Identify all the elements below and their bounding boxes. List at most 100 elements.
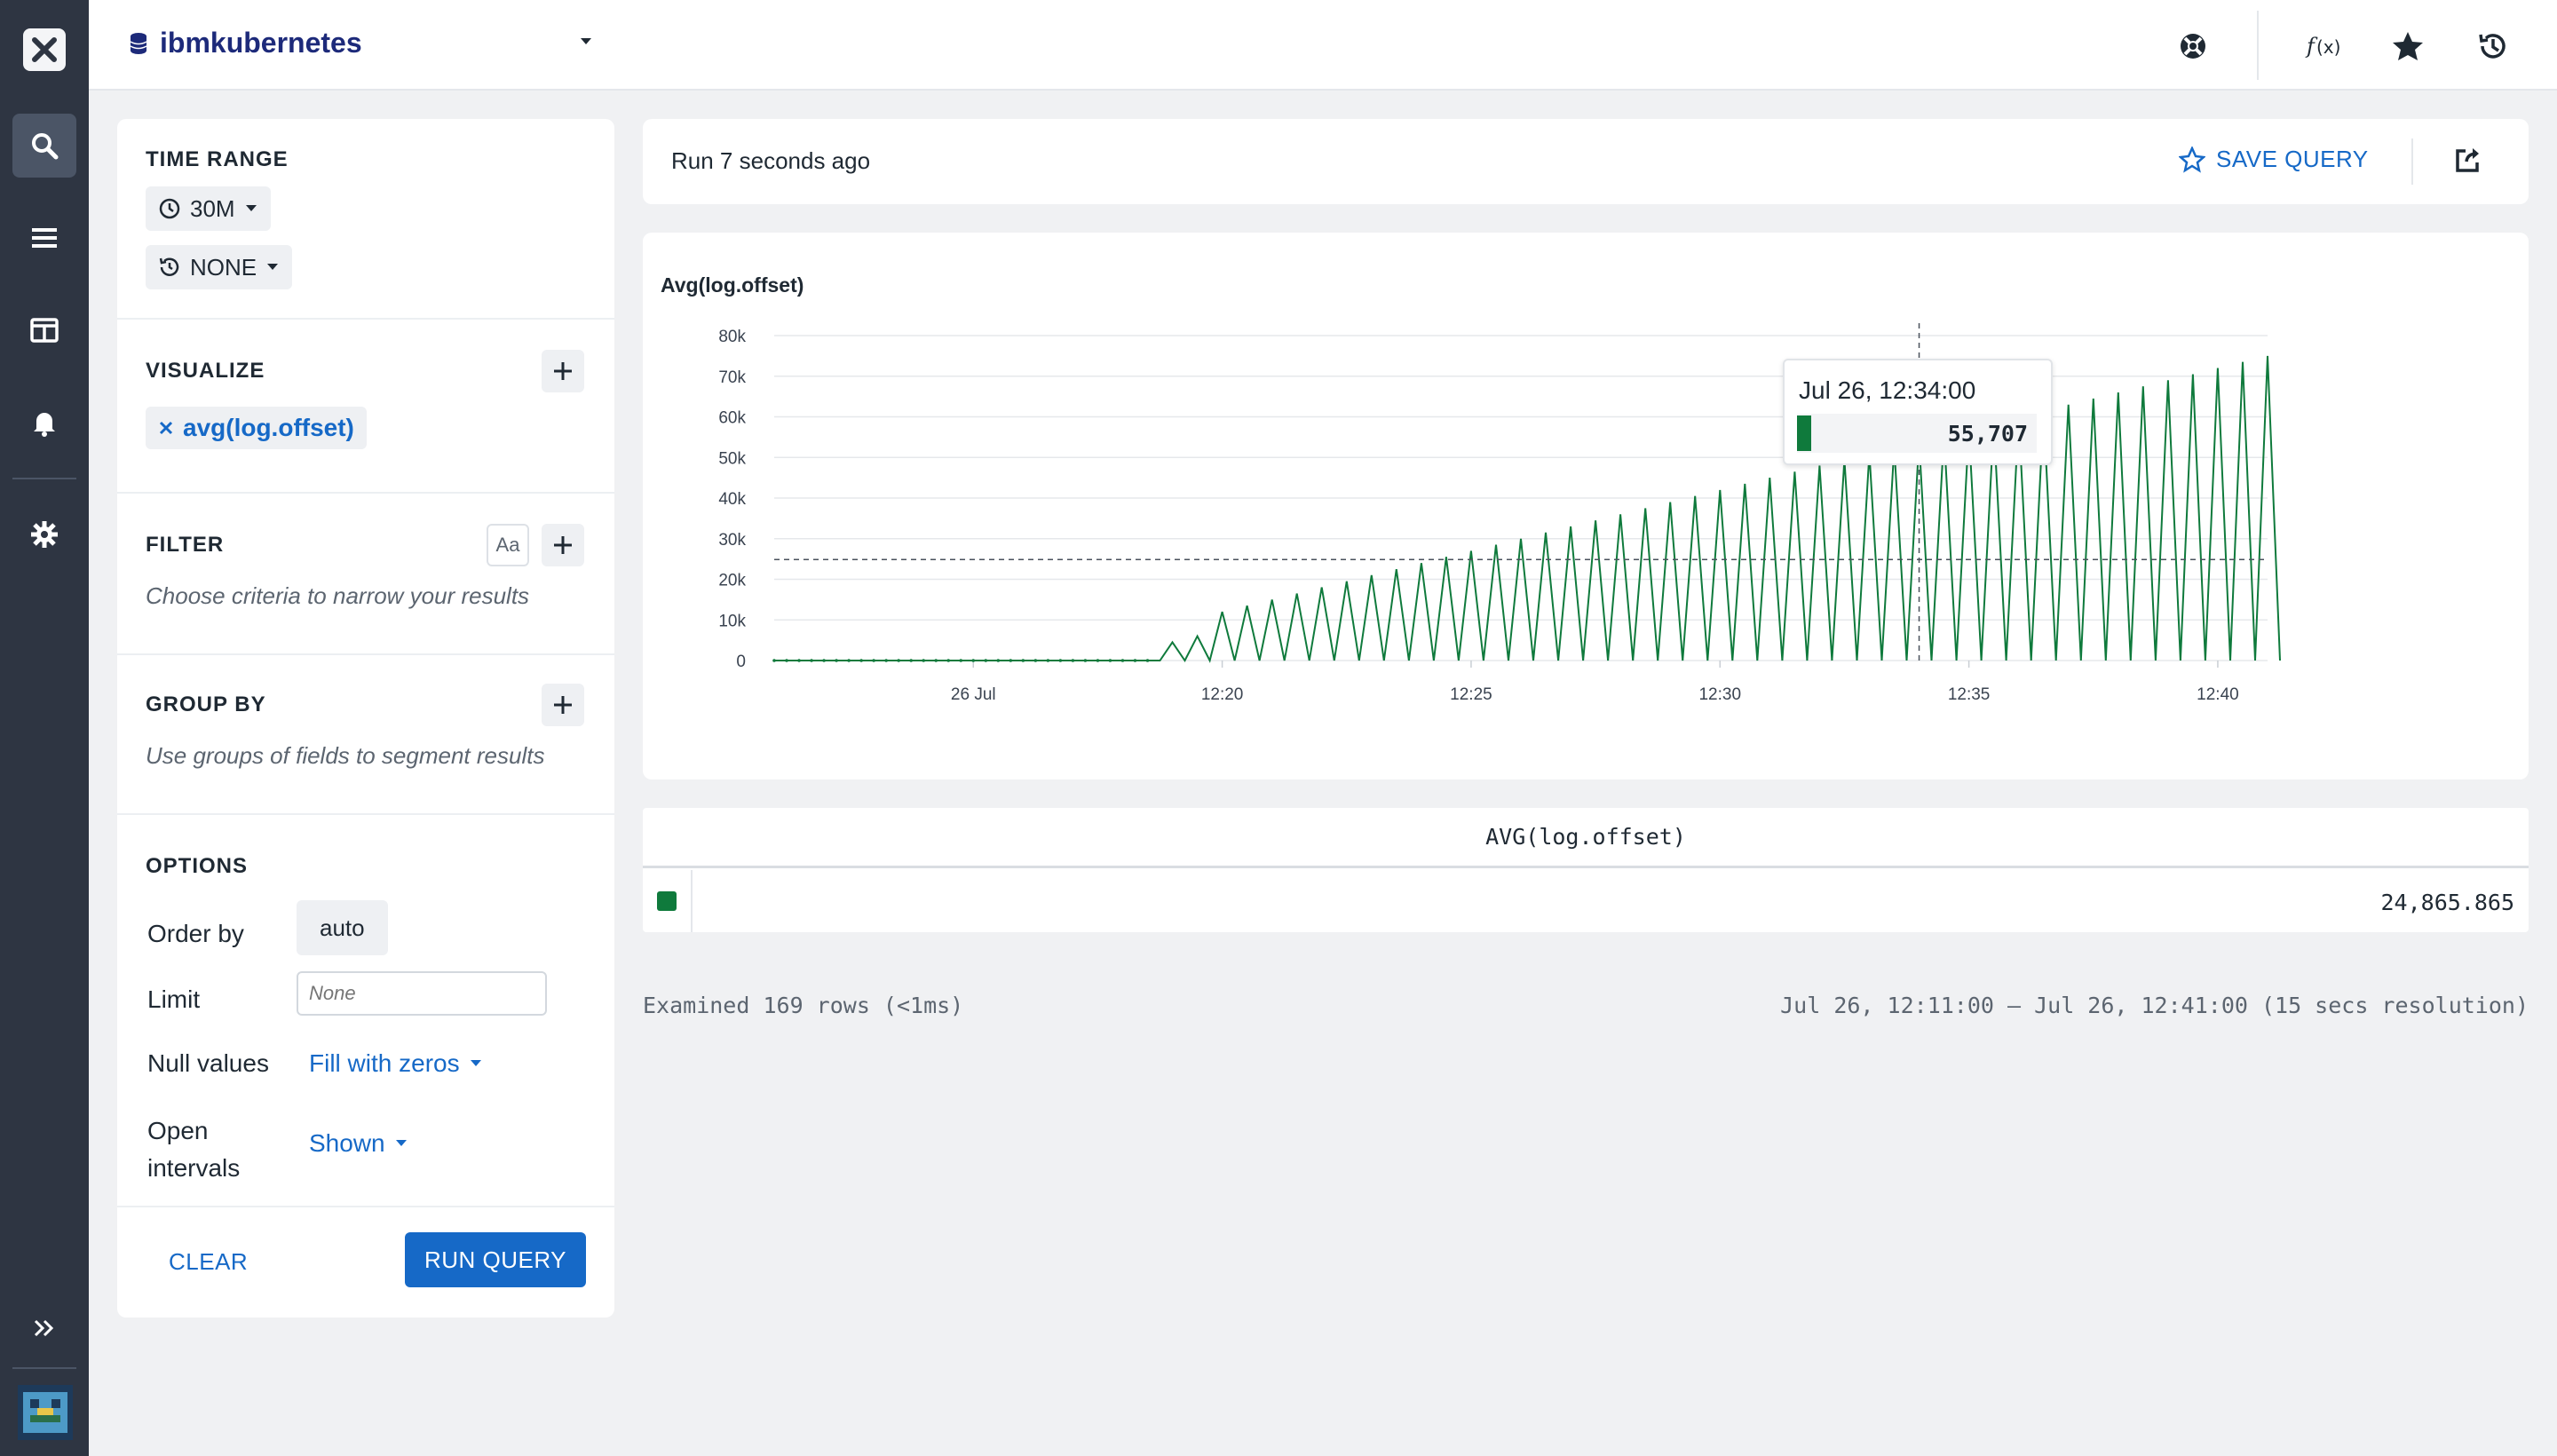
share-export-icon[interactable]	[2454, 146, 2482, 178]
dataset-dropdown-caret-icon[interactable]	[579, 36, 593, 51]
series-line	[774, 355, 2281, 663]
topbar-divider	[2257, 11, 2259, 80]
chevron-down-icon	[245, 205, 257, 211]
line-chart[interactable]: 0 10k 20k 30k 40k 50k 60k 70k 80k 26 Jul 12:20 12:2…	[643, 233, 2529, 779]
plus-icon	[554, 536, 572, 554]
dataset-selector[interactable]: ibmkubernetes	[130, 27, 362, 59]
add-filter-button[interactable]	[542, 524, 584, 566]
series-point	[1009, 659, 1013, 662]
help-lifebuoy-icon[interactable]	[2172, 25, 2214, 67]
order-by-label: Order by	[147, 920, 244, 947]
alerts-bell-icon[interactable]	[12, 391, 76, 455]
filter-title: FILTER	[146, 533, 225, 557]
x-tick-label: 12:30	[1698, 685, 1741, 704]
table-swatch-cell	[643, 870, 693, 932]
table-header-cell[interactable]: AVG(log.offset)	[643, 808, 2529, 868]
settings-gear-icon[interactable]	[12, 502, 76, 566]
y-tick-label: 70k	[718, 368, 746, 387]
y-tick-label: 60k	[718, 409, 746, 428]
time-range-title: TIME RANGE	[146, 147, 289, 171]
save-query-button[interactable]: SAVE QUERY	[2179, 146, 2369, 173]
x-tick-label: 12:25	[1450, 685, 1492, 704]
null-values-value: Fill with zeros	[309, 1049, 460, 1077]
tooltip-value: 55,707	[1947, 421, 2028, 447]
series-point	[1133, 659, 1137, 662]
remove-x-icon[interactable]	[158, 420, 174, 436]
series-point	[847, 659, 851, 662]
null-values-label: Null values	[147, 1049, 269, 1077]
filter-section: FILTER Aa Choose criteria to narrow your…	[117, 494, 614, 655]
series-point	[835, 659, 838, 662]
case-sensitive-toggle[interactable]: Aa	[487, 524, 529, 566]
top-bar: ibmkubernetes f (x)	[89, 0, 2557, 91]
series-point	[884, 659, 888, 662]
open-intervals-dropdown[interactable]: Shown	[309, 1129, 408, 1158]
results-list-icon[interactable]	[12, 206, 76, 270]
series-point	[971, 659, 976, 662]
y-tick-label: 10k	[718, 612, 746, 630]
series-point	[909, 659, 913, 662]
series-point	[897, 659, 900, 662]
limit-input[interactable]	[297, 971, 547, 1016]
add-visualize-button[interactable]	[542, 350, 584, 392]
tooltip-time: Jul 26, 12:34:00	[1799, 376, 1976, 404]
query-search-icon[interactable]	[12, 114, 76, 178]
order-by-dropdown[interactable]: auto	[297, 900, 388, 955]
run-query-button[interactable]: RUN QUERY	[405, 1232, 586, 1287]
y-tick-label: 80k	[718, 328, 746, 346]
query-history-icon[interactable]	[2472, 25, 2514, 67]
rail-divider-bottom	[12, 1367, 76, 1369]
series-point	[984, 659, 988, 662]
open-intervals-label-line1: Open	[147, 1117, 209, 1144]
x-tick-label: 12:20	[1201, 685, 1244, 704]
table-value-cell: 24,865.865	[2380, 890, 2514, 915]
clock-icon	[159, 198, 180, 219]
run-bar-divider	[2411, 138, 2413, 185]
time-range-value: 30M	[190, 194, 235, 222]
plus-icon	[554, 362, 572, 380]
tooltip-series-swatch	[1797, 415, 1811, 451]
clear-button[interactable]: CLEAR	[169, 1248, 248, 1276]
series-point	[1021, 659, 1025, 662]
series-point	[1071, 659, 1075, 662]
y-tick-label: 50k	[718, 449, 746, 468]
database-icon	[130, 32, 147, 54]
series-point	[822, 659, 826, 662]
compare-dropdown[interactable]: NONE	[146, 245, 293, 289]
expand-chevrons-icon[interactable]	[12, 1296, 76, 1360]
series-point	[1096, 659, 1100, 662]
series-point	[1046, 659, 1050, 662]
chevron-down-icon	[470, 1060, 481, 1066]
group-by-section: GROUP BY Use groups of fields to segment…	[117, 655, 614, 815]
query-builder-panel: TIME RANGE 30M NONE VISUALIZE avg(log.of…	[117, 119, 614, 1318]
user-avatar[interactable]	[18, 1385, 73, 1440]
run-status-text: Run 7 seconds ago	[671, 147, 871, 174]
series-point	[1120, 659, 1125, 662]
history-icon	[159, 257, 179, 276]
saved-queries-star-icon[interactable]	[2387, 25, 2429, 67]
time-range-section: TIME RANGE 30M NONE	[117, 119, 614, 320]
null-values-dropdown[interactable]: Fill with zeros	[309, 1049, 483, 1078]
visualize-chip[interactable]: avg(log.offset)	[146, 407, 367, 449]
x-tick-label: 12:35	[1948, 685, 1991, 704]
time-range-dropdown[interactable]: 30M	[146, 186, 271, 231]
series-point	[1058, 659, 1063, 662]
derived-function-icon[interactable]: f (x)	[2300, 25, 2353, 67]
series-point	[922, 659, 925, 662]
dataset-name: ibmkubernetes	[160, 27, 362, 59]
run-status-bar: Run 7 seconds ago SAVE QUERY	[643, 119, 2529, 204]
home-logo-icon[interactable]	[23, 28, 66, 71]
visualize-chip-label: avg(log.offset)	[183, 414, 354, 441]
tooltip-row: 55,707	[1797, 414, 2037, 453]
boards-icon[interactable]	[12, 298, 76, 362]
series-point	[772, 659, 776, 662]
time-range-resolution-text: Jul 26, 12:11:00 – Jul 26, 12:41:00 (15 …	[1780, 993, 2529, 1018]
series-point	[810, 659, 813, 662]
add-group-by-button[interactable]	[542, 684, 584, 726]
limit-label: Limit	[147, 985, 201, 1013]
filter-hint: Choose criteria to narrow your results	[146, 582, 530, 609]
y-tick-label: 20k	[718, 572, 746, 590]
rail-divider	[12, 478, 76, 479]
star-outline-icon	[2179, 146, 2205, 173]
open-intervals-label-line2: intervals	[147, 1154, 241, 1182]
